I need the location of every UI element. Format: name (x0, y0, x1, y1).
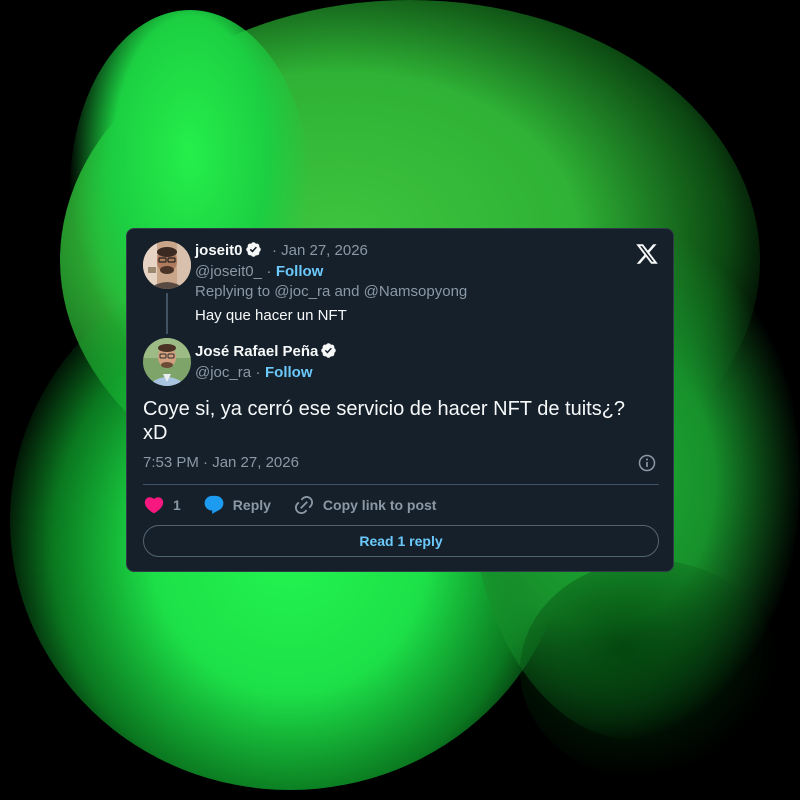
reply-label: Reply (232, 497, 271, 513)
follow-button[interactable]: Follow (276, 263, 324, 280)
verified-badge-icon (321, 343, 337, 358)
main-tweet-text: Coye si, ya cerró ese servicio de hacer … (143, 398, 626, 444)
x-logo-icon[interactable] (635, 242, 659, 266)
divider (143, 484, 659, 485)
bg-dark-blob (520, 560, 780, 780)
author-name[interactable]: joseit0 (195, 242, 243, 259)
post-timestamp[interactable]: 7:53 PM · Jan 27, 2026 (143, 453, 299, 473)
thread-connector-line (166, 293, 168, 334)
reply-bubble-icon (204, 495, 224, 514)
link-icon (294, 495, 313, 515)
verified-badge-icon (245, 242, 261, 257)
separator-dot: · (266, 263, 272, 280)
parent-tweet-text: Hay que hacer un NFT (195, 307, 347, 324)
like-count: 1 (173, 497, 181, 513)
main-header: José Rafael Peña (195, 342, 337, 362)
parent-header: joseit0 · Jan 27, 2026 (195, 241, 368, 261)
avatar-joc-ra-image (143, 338, 191, 386)
tweet-embed-card: joseit0 · Jan 27, 2026 @joseit0_ · Follo… (126, 228, 674, 572)
read-reply-button[interactable]: Read 1 reply (143, 525, 659, 557)
replying-to-text: Replying to @joc_ra and @Namsopyong (195, 283, 468, 300)
author-name[interactable]: José Rafael Peña (195, 343, 318, 360)
post-date[interactable]: · Jan 27, 2026 (272, 242, 368, 259)
avatar-joc-ra[interactable] (143, 338, 191, 386)
author-handle[interactable]: @joseit0_ (195, 263, 262, 280)
avatar-joseit0[interactable] (143, 241, 191, 289)
reply-button[interactable]: Reply (203, 494, 271, 516)
info-icon[interactable] (637, 453, 657, 473)
heart-icon (144, 497, 164, 514)
copy-link-label: Copy link to post (322, 497, 437, 513)
author-handle[interactable]: @joc_ra (195, 364, 251, 381)
separator-dot: · (255, 364, 261, 381)
avatar-joseit0-image (143, 241, 191, 289)
replying-to: Replying to @joc_ra and @Namsopyong (195, 282, 467, 302)
like-button[interactable]: 1 (143, 494, 181, 516)
parent-handle-row: @joseit0_ · Follow (195, 262, 323, 282)
action-bar: 1 Reply Copy link to post (143, 493, 458, 517)
follow-button[interactable]: Follow (265, 364, 313, 381)
main-handle-row: @joc_ra · Follow (195, 363, 313, 383)
copy-link-button[interactable]: Copy link to post (293, 494, 437, 516)
